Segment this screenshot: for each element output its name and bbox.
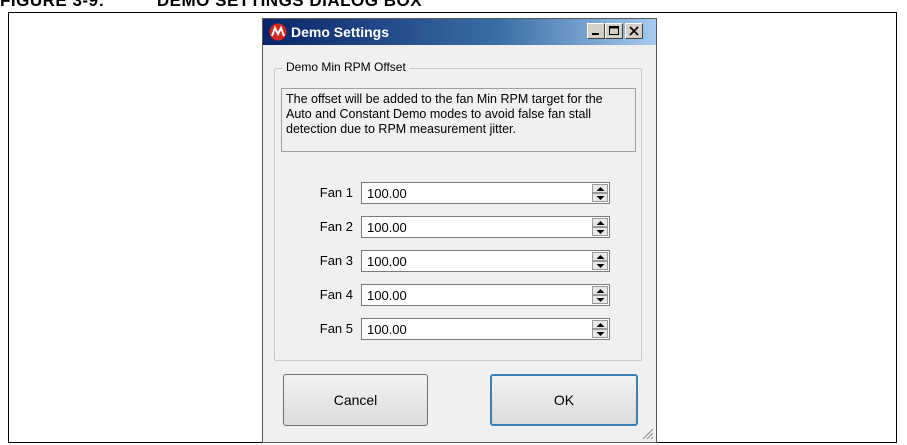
- fan-3-spinbox[interactable]: 100.00: [361, 250, 610, 272]
- spin-down-icon[interactable]: [592, 261, 608, 270]
- fan-5-value[interactable]: 100.00: [367, 322, 407, 337]
- spin-down-icon[interactable]: [592, 329, 608, 338]
- fan-1-value[interactable]: 100.00: [367, 186, 407, 201]
- spin-up-icon[interactable]: [592, 320, 608, 329]
- maximize-icon: [609, 26, 619, 35]
- fan-2-spin-arrows[interactable]: [592, 218, 608, 236]
- fan-row-5: Fan 5 100.00: [263, 318, 658, 342]
- spin-up-icon[interactable]: [592, 252, 608, 261]
- spin-down-icon[interactable]: [592, 193, 608, 202]
- microchip-logo-icon: [269, 23, 287, 41]
- fan-4-spin-arrows[interactable]: [592, 286, 608, 304]
- figure-caption: FIGURE 3-9: DEMO SETTINGS DIALOG BOX: [0, 0, 423, 10]
- fan-1-spin-arrows[interactable]: [592, 184, 608, 202]
- cancel-button[interactable]: Cancel: [283, 374, 428, 426]
- fan-4-spinbox[interactable]: 100.00: [361, 284, 610, 306]
- group-label: Demo Min RPM Offset: [283, 60, 409, 74]
- minimize-icon: [592, 33, 599, 35]
- close-button[interactable]: [625, 23, 643, 39]
- demo-settings-dialog: Demo Settings Demo Min RPM Offset The of…: [262, 18, 657, 443]
- spin-up-icon[interactable]: [592, 286, 608, 295]
- fan-3-value[interactable]: 100.00: [367, 254, 407, 269]
- close-icon: [629, 26, 639, 36]
- title-bar[interactable]: Demo Settings: [263, 19, 656, 45]
- fan-2-label: Fan 2: [319, 219, 353, 234]
- fan-5-label: Fan 5: [319, 321, 353, 336]
- fan-2-value[interactable]: 100.00: [367, 220, 407, 235]
- spin-down-icon[interactable]: [592, 227, 608, 236]
- fan-3-label: Fan 3: [319, 253, 353, 268]
- fan-1-label: Fan 1: [319, 185, 353, 200]
- fan-2-spinbox[interactable]: 100.00: [361, 216, 610, 238]
- window-title: Demo Settings: [291, 24, 390, 40]
- fan-4-label: Fan 4: [319, 287, 353, 302]
- minimize-button[interactable]: [587, 23, 605, 39]
- fan-5-spinbox[interactable]: 100.00: [361, 318, 610, 340]
- ok-button[interactable]: OK: [490, 374, 638, 426]
- spin-down-icon[interactable]: [592, 295, 608, 304]
- fan-row-2: Fan 2 100.00: [263, 216, 658, 240]
- fan-row-3: Fan 3 100.00: [263, 250, 658, 274]
- fan-3-spin-arrows[interactable]: [592, 252, 608, 270]
- fan-4-value[interactable]: 100.00: [367, 288, 407, 303]
- fan-row-4: Fan 4 100.00: [263, 284, 658, 308]
- spin-up-icon[interactable]: [592, 184, 608, 193]
- spin-up-icon[interactable]: [592, 218, 608, 227]
- fan-5-spin-arrows[interactable]: [592, 320, 608, 338]
- maximize-button[interactable]: [605, 23, 623, 39]
- fan-1-spinbox[interactable]: 100.00: [361, 182, 610, 204]
- description-text: The offset will be added to the fan Min …: [281, 88, 636, 152]
- fan-row-1: Fan 1 100.00: [263, 182, 658, 206]
- resize-grip-icon[interactable]: [640, 426, 654, 440]
